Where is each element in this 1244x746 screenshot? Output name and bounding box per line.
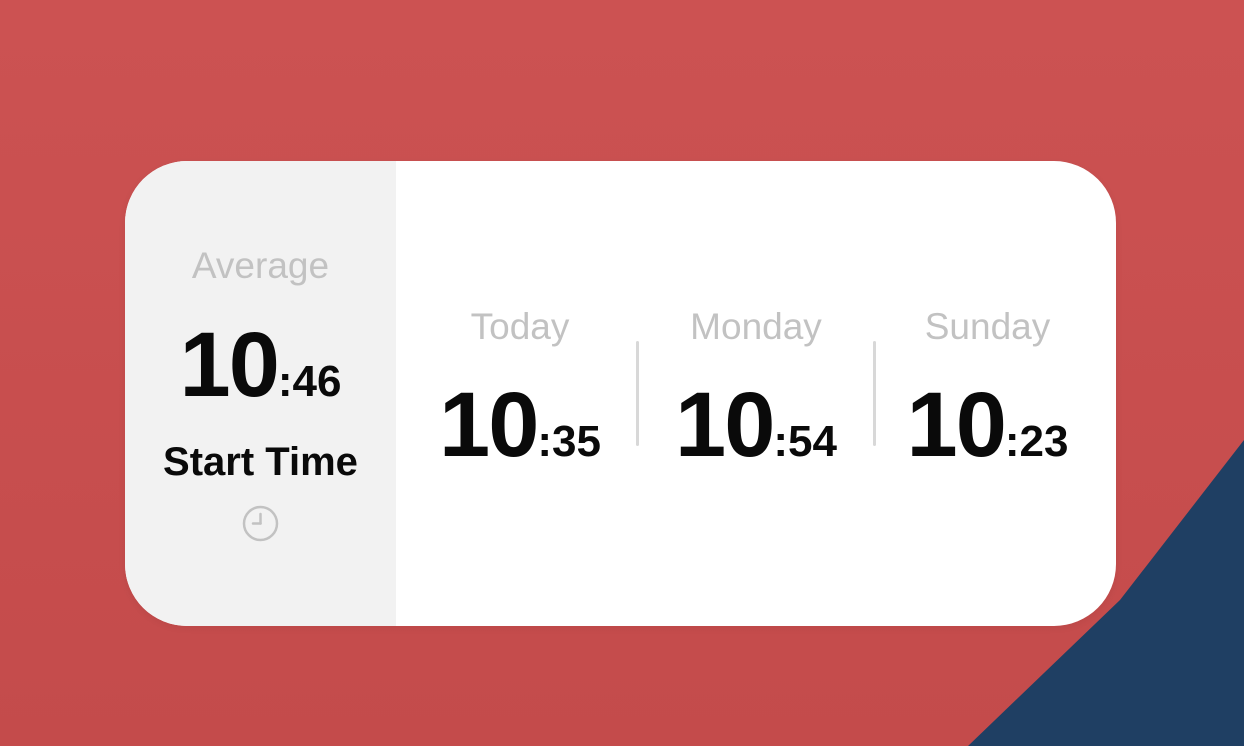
average-time: 10:46 (125, 319, 396, 411)
column-divider (873, 341, 876, 446)
day-label: Today (470, 306, 570, 347)
day-minutes: :35 (537, 417, 601, 466)
day-time: 10:35 (425, 379, 615, 471)
average-label: Average (191, 245, 330, 286)
day-hours: 10 (675, 374, 775, 476)
day-hours: 10 (906, 374, 1007, 476)
column-divider (636, 341, 639, 446)
day-time: 10:54 (661, 379, 851, 471)
day-column-sunday: Sunday 10:23 (895, 161, 1080, 626)
day-hours: 10 (439, 374, 539, 476)
day-label: Sunday (924, 306, 1051, 347)
day-minutes: :23 (1004, 417, 1069, 466)
clock-icon (242, 505, 279, 542)
average-hours: 10 (179, 314, 280, 416)
day-label: Monday (690, 306, 822, 347)
day-minutes: :54 (773, 417, 837, 466)
day-column-monday: Monday 10:54 (661, 161, 851, 626)
start-time-caption: Start Time (163, 440, 358, 484)
day-column-today: Today 10:35 (425, 161, 615, 626)
start-time-widget[interactable]: Average 10:46 Start Time Today 10:35 Mon… (125, 161, 1116, 626)
average-panel: Average 10:46 Start Time (125, 161, 396, 626)
day-time: 10:23 (895, 379, 1080, 471)
average-minutes: :46 (277, 357, 342, 406)
